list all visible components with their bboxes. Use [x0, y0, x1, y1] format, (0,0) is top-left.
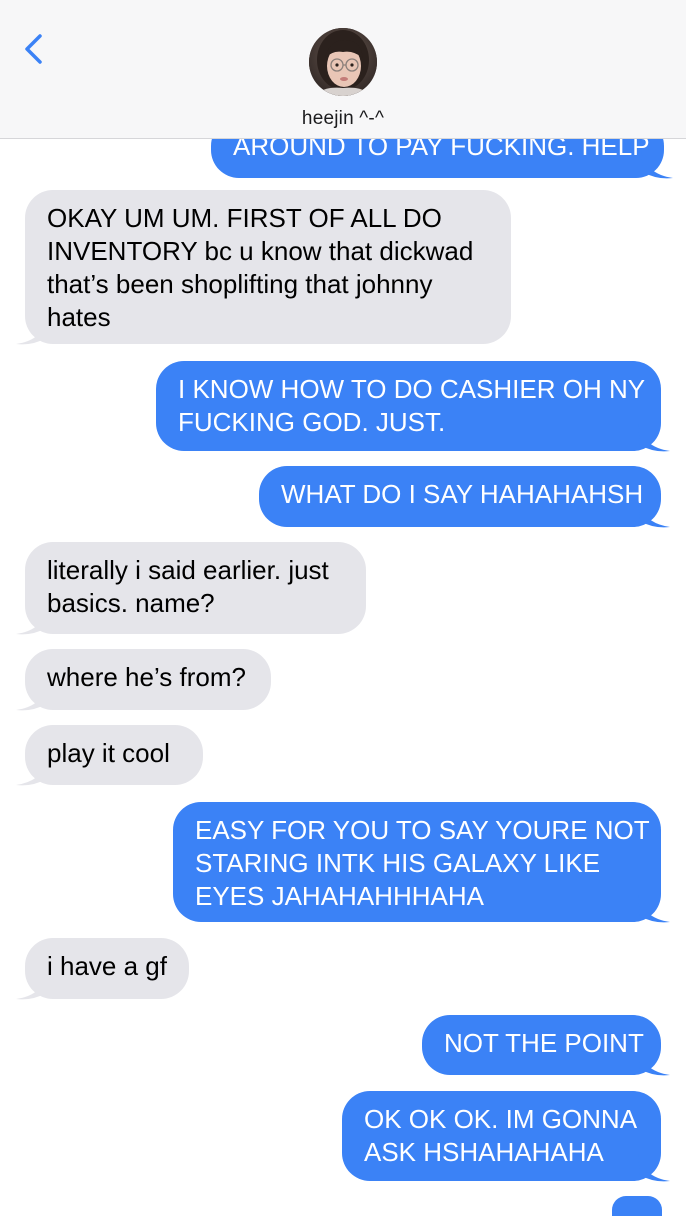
chevron-left-icon	[25, 34, 42, 64]
bubble-tail	[16, 682, 48, 711]
message-bubble-incoming[interactable]: i have a gf	[16, 938, 189, 1000]
message-bubble-incoming[interactable]: OKAY UM UM. FIRST OF ALL DO INVENTORY bc…	[16, 190, 511, 345]
conversation-header: heejin ^-^	[0, 0, 686, 139]
message-line: FUCKING GOD. JUST.	[178, 407, 446, 437]
bubble-tail	[16, 316, 48, 345]
message-line: OK OK OK. IM GONNA	[364, 1104, 638, 1134]
message-line: OKAY UM UM. FIRST OF ALL DO	[47, 203, 442, 233]
message-bubble-incoming[interactable]: literally i said earlier. just basics. n…	[16, 542, 366, 635]
message-bubble-outgoing[interactable]: I KNOW HOW TO DO CASHIER OH NY FUCKING G…	[156, 361, 670, 452]
bubble-tail	[638, 1153, 670, 1182]
avatar-photo	[309, 28, 377, 96]
message-line: that’s been shoplifting that johnny	[47, 269, 433, 299]
message-line: where he’s from?	[47, 662, 246, 692]
message-line: literally i said earlier. just	[47, 555, 329, 585]
bubble-tail	[638, 499, 670, 528]
bubble-tail	[638, 423, 670, 452]
message-line: INVENTORY bc u know that dickwad	[47, 236, 474, 266]
back-button[interactable]	[18, 28, 58, 70]
message-line: NOT THE POINT	[444, 1028, 644, 1058]
message-line: ASK HSHAHAHAHA	[364, 1137, 604, 1167]
message-bubble-outgoing[interactable]: WHAT DO I SAY HAHAHAHSH	[259, 466, 670, 528]
contact-name[interactable]: heejin ^-^	[0, 108, 686, 130]
message-line: hates	[47, 302, 111, 332]
message-bubble-outgoing[interactable]	[612, 1196, 662, 1216]
contact-avatar[interactable]	[309, 28, 377, 96]
message-bubble-outgoing[interactable]: OK OK OK. IM GONNA ASK HSHAHAHAHA	[342, 1091, 670, 1182]
message-line: STARING INTK HIS GALAXY LIKE	[195, 848, 601, 878]
message-bubble-outgoing[interactable]: EASY FOR YOU TO SAY YOURE NOT STARING IN…	[173, 802, 670, 923]
bubble-tail	[16, 971, 48, 1000]
message-bubble-incoming[interactable]: where he’s from?	[16, 649, 271, 711]
message-line: i have a gf	[47, 951, 167, 981]
bubble-tail	[638, 894, 670, 923]
message-bubble-outgoing[interactable]: NOT THE POINT	[422, 1015, 670, 1076]
bubble-tail	[16, 757, 48, 786]
message-line: basics. name?	[47, 588, 215, 618]
bubble-tail	[641, 150, 673, 179]
message-line: EASY FOR YOU TO SAY YOURE NOT	[195, 815, 650, 845]
message-line: play it cool	[47, 738, 170, 768]
message-bubble-incoming[interactable]: play it cool	[16, 725, 203, 786]
bubble-tail	[16, 606, 48, 635]
message-line: I KNOW HOW TO DO CASHIER OH NY	[178, 374, 646, 404]
message-line: WHAT DO I SAY HAHAHAHSH	[281, 479, 644, 509]
bubble-tail	[638, 1047, 670, 1076]
message-line: EYES JAHAHAHHHAHA	[195, 881, 484, 911]
